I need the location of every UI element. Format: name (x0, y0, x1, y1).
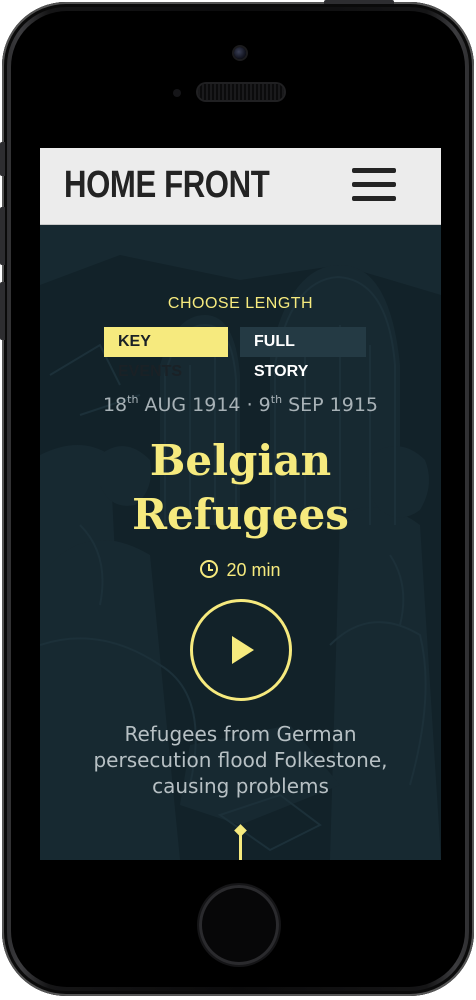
story-hero: CHOOSE LENGTH KEY EVENTS FULL STORY 18th… (40, 225, 441, 860)
end-day-suffix: th (270, 393, 283, 406)
start-day: 18 (102, 394, 128, 416)
play-button[interactable] (190, 599, 292, 701)
key-events-button[interactable]: KEY EVENTS (104, 327, 228, 380)
front-camera (234, 47, 246, 59)
start-day-suffix: th (127, 393, 139, 406)
story-title: Belgian Refugees (132, 436, 349, 539)
top-navbar: HOME FRONT (40, 148, 441, 225)
clock-icon (200, 560, 219, 578)
date-separator: · (246, 394, 253, 416)
volume-down-button (0, 282, 5, 340)
menu-bar-middle (352, 182, 396, 187)
story-description: Refugees from German persecution flood F… (93, 722, 388, 798)
app-screen: HOME FRONT CHOOSE LENGTH KEY EVENTS FULL… (40, 148, 441, 860)
mute-switch (0, 142, 5, 176)
volume-up-button (0, 207, 5, 265)
choose-length-label: CHOOSE LENGTH (167, 295, 314, 312)
full-story-button[interactable]: FULL STORY (240, 327, 366, 380)
timeline-line (239, 833, 242, 860)
menu-bar-bottom (352, 196, 396, 201)
earpiece-speaker (198, 84, 284, 100)
proximity-sensor (173, 89, 181, 97)
brand-logo[interactable]: HOME FRONT (64, 164, 270, 207)
scroll-down-marker[interactable] (233, 823, 249, 860)
home-button[interactable] (199, 885, 279, 965)
play-icon (232, 636, 254, 664)
start-month-year: AUG 1914 (144, 394, 241, 416)
end-day: 9 (258, 394, 271, 416)
sleep-button (324, 0, 394, 4)
duration-text: 20 min (226, 560, 281, 580)
date-range: 18th AUG 1914 · 9th SEP 1915 (40, 394, 441, 416)
duration: 20 min (40, 560, 441, 581)
menu-bar-top (352, 168, 396, 173)
hamburger-menu-icon[interactable] (344, 162, 404, 208)
end-month-year: SEP 1915 (288, 394, 379, 416)
length-selector: KEY EVENTS FULL STORY (104, 327, 366, 380)
